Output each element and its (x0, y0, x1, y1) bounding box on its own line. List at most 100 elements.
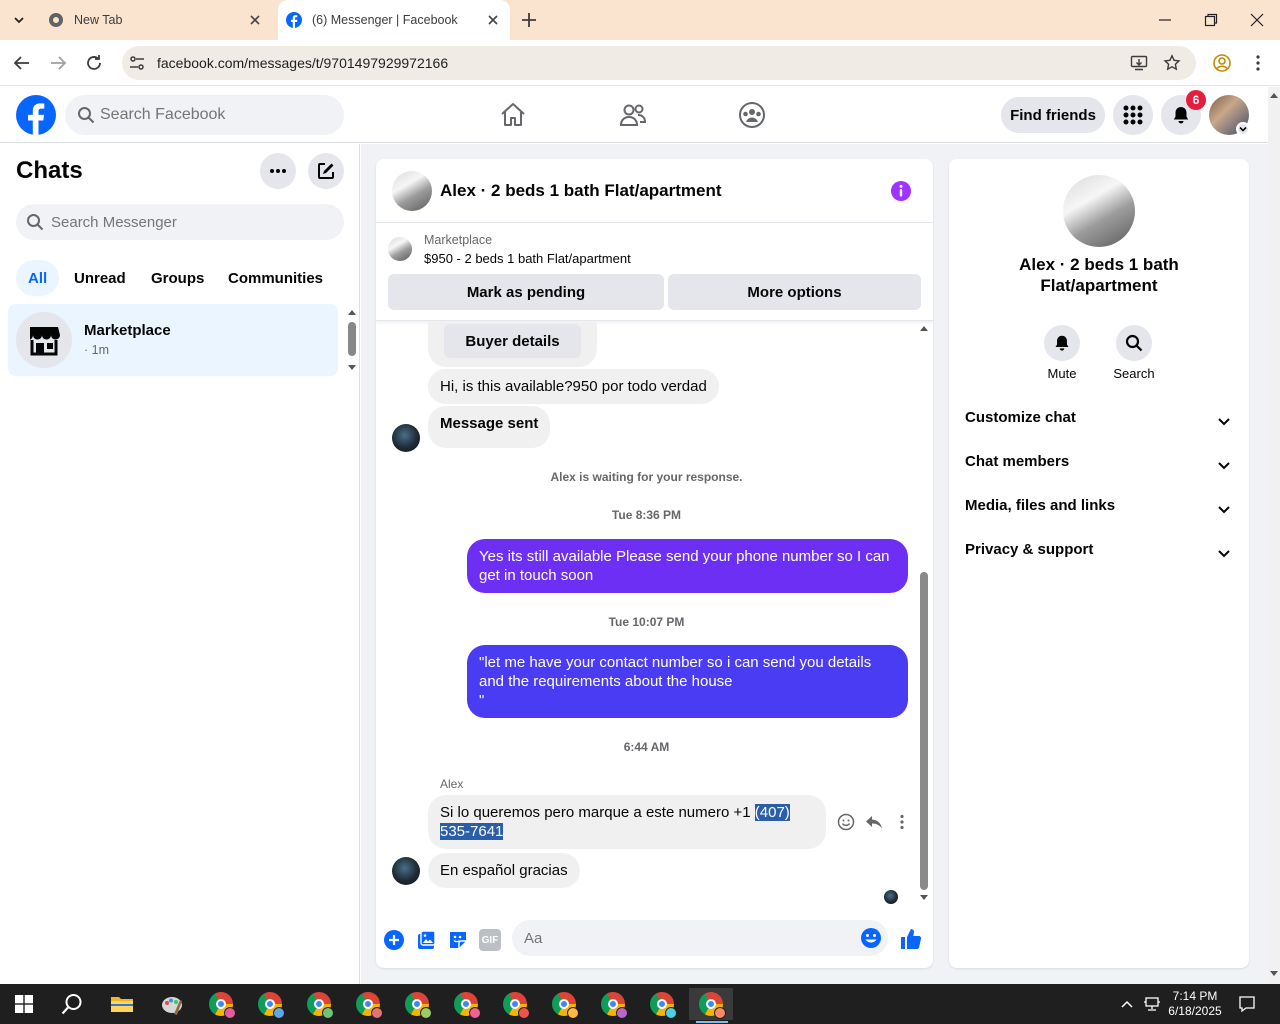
new-tab-plus-icon[interactable] (520, 11, 538, 29)
info-icon[interactable] (890, 180, 912, 202)
buyer-details-button[interactable]: Buyer details (444, 324, 581, 358)
section-customize-chat[interactable]: Customize chat (965, 409, 1235, 433)
menu-button[interactable] (1113, 95, 1153, 135)
plus-circle-icon[interactable] (383, 929, 405, 951)
address-bar[interactable]: facebook.com/messages/t/9701497929972166 (122, 46, 1196, 80)
chrome-profile-button[interactable] (395, 988, 439, 1020)
facebook-search-input[interactable] (100, 104, 330, 126)
groups-icon[interactable] (738, 101, 766, 129)
profile-icon[interactable] (1212, 53, 1232, 73)
gif-button[interactable]: GIF (479, 929, 501, 951)
install-app-icon[interactable] (1130, 54, 1148, 72)
taskbar-search-button[interactable] (50, 988, 94, 1020)
thumbs-up-icon[interactable] (899, 927, 923, 951)
chats-options-button[interactable] (260, 153, 296, 189)
section-chat-members[interactable]: Chat members (965, 453, 1235, 477)
chrome-profile-button[interactable] (591, 988, 635, 1020)
chats-scrollbar[interactable] (346, 308, 356, 372)
mute-action[interactable]: Mute (1032, 325, 1092, 381)
messenger-search-box[interactable] (16, 204, 344, 240)
start-button[interactable] (2, 988, 46, 1020)
scroll-up-arrow-icon[interactable] (919, 324, 929, 332)
file-explorer-button[interactable] (100, 988, 144, 1020)
find-friends-button[interactable]: Find friends (1001, 97, 1105, 133)
message-bubble-in[interactable]: Si lo queremos pero marque a este numero… (428, 795, 826, 849)
filter-tab-all[interactable]: All (16, 260, 60, 296)
chrome-profile-button[interactable] (640, 988, 684, 1020)
account-dropdown[interactable] (1236, 122, 1250, 136)
photo-attach-icon[interactable] (415, 929, 437, 951)
section-media-files-links[interactable]: Media, files and links (965, 497, 1235, 521)
taskbar-clock[interactable]: 7:14 PM 6/18/2025 (1160, 989, 1230, 1019)
listing-large-thumbnail[interactable] (1063, 175, 1135, 247)
message-input-wrapper[interactable] (512, 920, 888, 956)
back-arrow-icon[interactable] (12, 53, 32, 73)
sticker-icon[interactable] (447, 929, 469, 951)
search-in-chat-button[interactable] (1116, 325, 1152, 361)
new-message-button[interactable] (308, 153, 344, 189)
scroll-up-arrow-icon[interactable] (347, 308, 357, 316)
browser-menu-icon[interactable] (1248, 53, 1268, 73)
filter-tab-communities[interactable]: Communities (216, 260, 335, 296)
scroll-down-arrow-icon[interactable] (347, 364, 357, 372)
close-icon[interactable] (486, 13, 500, 27)
bookmark-star-icon[interactable] (1163, 54, 1181, 72)
reply-icon[interactable] (865, 813, 883, 831)
listing-title[interactable]: $950 - 2 beds 1 bath Flat/apartment (424, 251, 631, 266)
contact-avatar[interactable] (392, 424, 420, 452)
tab-search-dropdown[interactable] (8, 9, 30, 31)
chrome-profile-button-active[interactable] (689, 988, 733, 1020)
listing-small-thumbnail[interactable] (388, 237, 412, 261)
chat-item-marketplace[interactable]: Marketplace · 1m (8, 304, 338, 376)
filter-tab-groups[interactable]: Groups (139, 260, 216, 296)
close-window-icon[interactable] (1249, 12, 1265, 28)
tab-messenger[interactable]: (6) Messenger | Facebook (278, 0, 510, 40)
message-bubble-in[interactable]: Message sent (428, 406, 551, 448)
network-icon[interactable] (1143, 996, 1161, 1012)
message-bubble-out[interactable]: Yes its still available Please send your… (467, 539, 908, 593)
minimize-icon[interactable] (1157, 12, 1173, 28)
emoji-picker-icon[interactable] (860, 927, 882, 949)
message-bubble-in[interactable]: Hi, is this available?950 por todo verda… (428, 369, 719, 404)
scroll-down-arrow-icon[interactable] (1269, 970, 1279, 978)
page-scrollbar[interactable] (1268, 87, 1280, 984)
filter-tab-unread[interactable]: Unread (62, 260, 138, 296)
scrollbar-thumb[interactable] (920, 572, 928, 890)
messenger-search-input[interactable] (51, 211, 331, 233)
notification-center-icon[interactable] (1238, 995, 1256, 1013)
scroll-up-arrow-icon[interactable] (1269, 91, 1279, 99)
chrome-profile-button[interactable] (493, 988, 537, 1020)
chrome-profile-button[interactable] (542, 988, 586, 1020)
listing-thumbnail[interactable] (392, 171, 432, 211)
contact-avatar[interactable] (392, 857, 420, 885)
search-action[interactable]: Search (1104, 325, 1164, 381)
chrome-profile-button[interactable] (444, 988, 488, 1020)
reload-icon[interactable] (84, 53, 104, 73)
home-icon[interactable] (499, 101, 527, 129)
chrome-profile-button[interactable] (199, 988, 243, 1020)
message-bubble-out[interactable]: "let me have your contact number so i ca… (467, 645, 908, 718)
chrome-profile-button[interactable] (346, 988, 390, 1020)
forward-arrow-icon[interactable] (48, 53, 68, 73)
chrome-profile-button[interactable] (297, 988, 341, 1020)
facebook-search-box[interactable] (65, 95, 344, 135)
pinned-app-button[interactable] (150, 988, 194, 1020)
site-settings-icon[interactable] (128, 54, 146, 72)
tray-chevron-up-icon[interactable] (1120, 998, 1134, 1010)
facebook-logo-icon[interactable] (16, 95, 56, 135)
mark-as-pending-button[interactable]: Mark as pending (388, 274, 664, 310)
message-bubble-in[interactable]: En español gracias (428, 853, 580, 888)
message-input[interactable] (524, 928, 844, 948)
friends-icon[interactable] (619, 101, 647, 129)
close-icon[interactable] (248, 13, 262, 27)
restore-icon[interactable] (1203, 12, 1219, 28)
section-privacy-support[interactable]: Privacy & support (965, 541, 1235, 565)
chrome-profile-button[interactable] (248, 988, 292, 1020)
scrollbar-thumb[interactable] (348, 322, 356, 356)
mute-button[interactable] (1044, 325, 1080, 361)
tab-new-tab[interactable]: New Tab (36, 0, 272, 40)
more-vertical-icon[interactable] (893, 813, 911, 831)
conversation-title[interactable]: Alex · 2 beds 1 bath Flat/apartment (440, 181, 722, 201)
conversation-scrollbar[interactable] (917, 322, 931, 904)
react-emoji-icon[interactable] (837, 813, 855, 831)
